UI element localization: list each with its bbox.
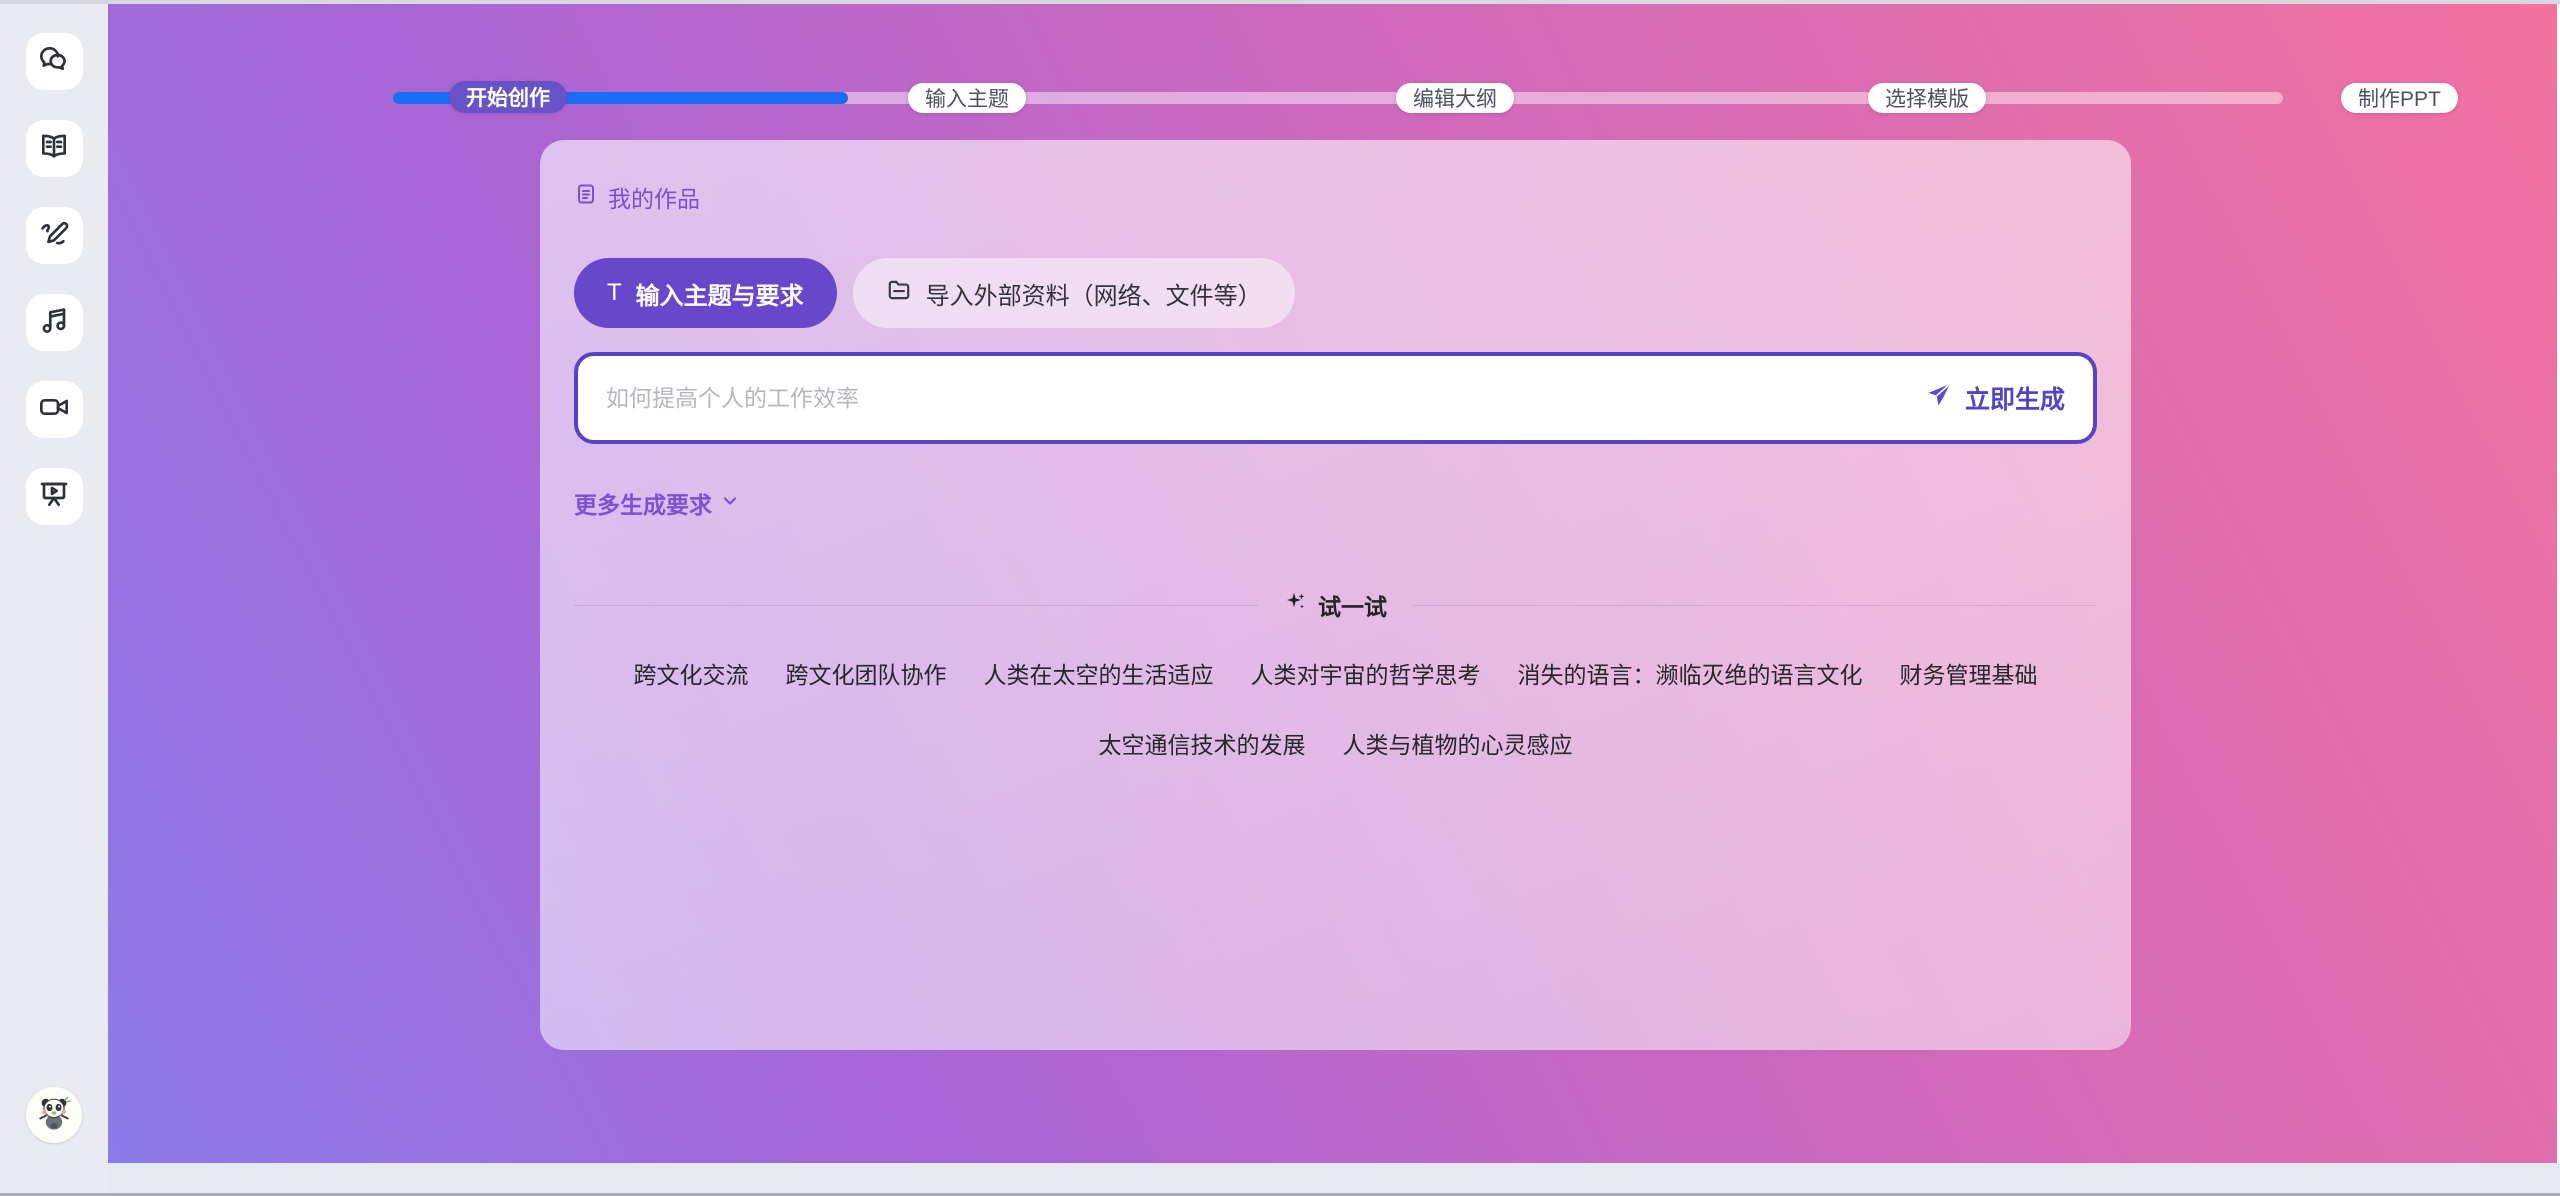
suggestion-row-1: 跨文化交流 跨文化团队协作 人类在太空的生活适应 人类对宇宙的哲学思考 消失的语… — [574, 656, 2097, 690]
document-icon — [574, 182, 598, 212]
step-edit-outline[interactable]: 编辑大纲 — [1396, 83, 1514, 113]
divider-left — [574, 605, 1258, 606]
more-requirements-toggle[interactable]: 更多生成要求 — [574, 486, 740, 520]
suggestion-chip[interactable]: 财务管理基础 — [1900, 656, 2038, 690]
step-input-topic[interactable]: 输入主题 — [908, 83, 1026, 113]
suggestion-chip[interactable]: 消失的语言：濒临灭绝的语言文化 — [1518, 656, 1863, 690]
window-bottom-strip — [0, 1163, 2560, 1193]
suggestion-row-2: 太空通信技术的发展 人类与植物的心灵感应 — [574, 726, 2097, 760]
step-label: 编辑大纲 — [1413, 83, 1497, 113]
more-requirements-label: 更多生成要求 — [574, 486, 712, 520]
source-tabs: T 输入主题与要求 导入外部资料（网络、文件等） — [574, 258, 2097, 328]
book-icon — [38, 130, 70, 167]
divider-right — [1413, 605, 2097, 606]
suggestion-chip[interactable]: 跨文化交流 — [634, 656, 749, 690]
progress-stepper: 开始创作 输入主题 编辑大纲 选择模版 制作PPT — [108, 4, 2560, 124]
suggestion-chip[interactable]: 人类在太空的生活适应 — [984, 656, 1214, 690]
main-workspace: 开始创作 输入主题 编辑大纲 选择模版 制作PPT 我的作品 — [108, 4, 2560, 1163]
presentation-icon — [38, 478, 70, 515]
my-works-link[interactable]: 我的作品 — [574, 180, 700, 214]
suggestion-chip[interactable]: 人类对宇宙的哲学思考 — [1251, 656, 1481, 690]
sidebar-item-writing[interactable] — [26, 207, 83, 264]
send-plane-icon — [1925, 381, 1953, 416]
sidebar-item-chat[interactable] — [26, 33, 83, 90]
try-section-header: 试一试 — [574, 588, 2097, 622]
suggestion-chip[interactable]: 太空通信技术的发展 — [1099, 726, 1306, 760]
try-title: 试一试 — [1258, 588, 1413, 622]
user-avatar[interactable] — [26, 1087, 82, 1143]
try-title-label: 试一试 — [1318, 588, 1387, 622]
topic-input[interactable] — [606, 385, 1905, 412]
tab-input-topic[interactable]: T 输入主题与要求 — [574, 258, 837, 328]
tab-import-material[interactable]: 导入外部资料（网络、文件等） — [853, 258, 1295, 328]
chat-icon — [38, 43, 70, 80]
step-start-creation[interactable]: 开始创作 — [449, 81, 567, 113]
sidebar — [0, 4, 108, 1193]
video-camera-icon — [38, 391, 70, 428]
tab-label: 导入外部资料（网络、文件等） — [926, 276, 1262, 311]
pencil-icon — [38, 217, 70, 254]
music-icon — [38, 304, 70, 341]
avatar-container — [26, 1087, 82, 1143]
my-works-label: 我的作品 — [608, 180, 700, 214]
generate-label: 立即生成 — [1965, 380, 2065, 416]
window-top-edge — [0, 0, 2560, 4]
step-label: 开始创作 — [466, 82, 550, 112]
sparkles-icon — [1284, 590, 1308, 620]
generate-button[interactable]: 立即生成 — [1905, 380, 2065, 416]
step-label: 制作PPT — [2358, 83, 2441, 113]
step-choose-template[interactable]: 选择模版 — [1868, 83, 1986, 113]
topic-input-box: 立即生成 — [574, 352, 2097, 444]
step-label: 输入主题 — [925, 83, 1009, 113]
step-make-ppt[interactable]: 制作PPT — [2341, 83, 2458, 113]
suggestion-chip[interactable]: 跨文化团队协作 — [786, 656, 947, 690]
sidebar-item-reading[interactable] — [26, 120, 83, 177]
step-label: 选择模版 — [1885, 83, 1969, 113]
suggestion-chip[interactable]: 人类与植物的心灵感应 — [1343, 726, 1573, 760]
text-T-icon: T — [607, 281, 622, 305]
panda-avatar-icon — [32, 1091, 76, 1140]
sidebar-item-music[interactable] — [26, 294, 83, 351]
folder-icon — [886, 277, 912, 310]
sidebar-item-presentation[interactable] — [26, 468, 83, 525]
creation-panel: 我的作品 T 输入主题与要求 导入外部资料（网络、文件等） — [540, 140, 2131, 1050]
chevron-down-icon — [720, 490, 740, 517]
sidebar-item-video[interactable] — [26, 381, 83, 438]
tab-label: 输入主题与要求 — [636, 276, 804, 311]
